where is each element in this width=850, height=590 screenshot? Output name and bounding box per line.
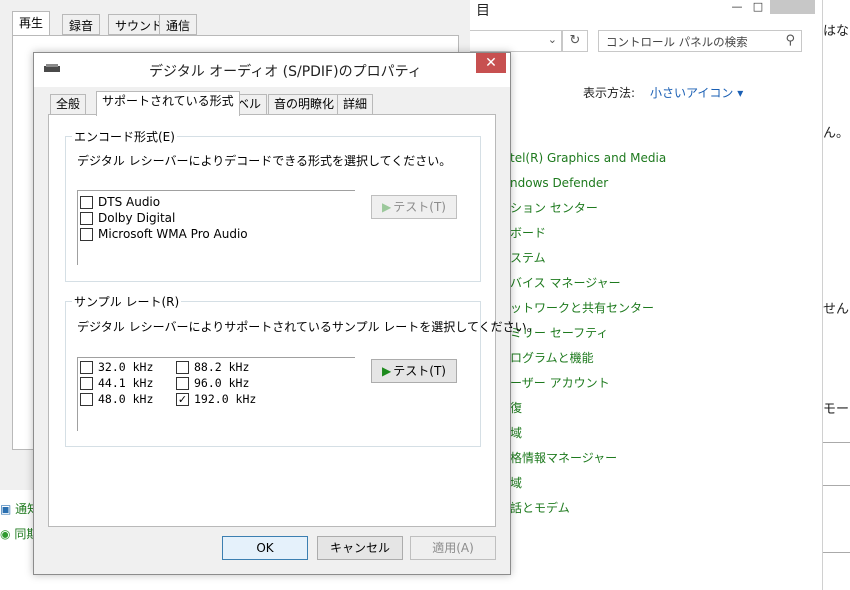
rate-label: 192.0 kHz [194,392,257,406]
sound-tab-recording[interactable]: 録音 [62,14,101,35]
rate-label: 96.0 kHz [194,376,250,390]
checkbox-box[interactable] [176,360,189,374]
tab-panel: エンコード形式(E) デジタル レシーバーによりデコードできる形式を選択してくだ… [48,114,539,527]
encode-formats-legend: エンコード形式(E) [72,128,177,145]
play-icon: ▶ [382,200,392,214]
format-label: Microsoft WMA Pro Audio [98,227,248,241]
tab-supported-formats[interactable]: サポートされている形式 [96,91,240,116]
sample-test-button[interactable]: ▶ テスト(T) [371,359,457,383]
checkbox-box[interactable] [80,376,93,390]
control-panel-item-link[interactable]: バイス マネージャー [510,275,666,300]
sample-rate-legend: サンプル レート(R) [72,293,182,310]
strip-text-4: モード [823,402,850,417]
encode-description: デジタル レシーバーによりデコードできる形式を選択してください。 [77,154,452,168]
spdif-properties-dialog: デジタル オーディオ (S/PDIF)のプロパティ ✕ 全般 サポートされている… [33,52,539,575]
view-by-dropdown[interactable]: 小さいアイコン ▾ [650,84,743,101]
sync-icon: ◉ [0,527,11,541]
search-input[interactable]: コントロール パネルの検索 ⚲ [598,30,802,52]
checkbox-box[interactable] [176,376,189,390]
apply-button[interactable]: 適用(A) [410,536,496,560]
sound-tab-communications[interactable]: 通信 [159,14,198,35]
checkbox-box[interactable] [80,195,93,209]
chevron-down-icon: ⌄ [547,33,557,46]
control-panel-item-link[interactable]: ボード [510,225,666,250]
format-label: Dolby Digital [98,211,176,225]
view-by-label: 表示方法: [583,86,636,100]
control-panel-item-link[interactable]: 復 [510,400,666,425]
format-label: DTS Audio [98,195,161,209]
control-panel-item-link[interactable]: tel(R) Graphics and Media [510,150,666,175]
address-bar[interactable]: ⌄ [470,30,562,52]
search-icon: ⚲ [785,33,795,48]
encode-list-border [77,190,78,265]
maximize-button[interactable]: □ [748,0,768,14]
tab-enhancements[interactable]: 音の明瞭化 [268,94,341,115]
checkmark-icon[interactable]: ✓ [176,392,189,406]
format-checkbox-wma-pro[interactable]: Microsoft WMA Pro Audio [80,227,248,241]
checkbox-box[interactable] [80,211,93,225]
checkbox-box[interactable] [80,392,93,406]
minimize-button[interactable]: — [727,0,747,14]
rate-checkbox-192[interactable]: ✓ 192.0 kHz [176,392,256,406]
sample-list-border [77,357,355,358]
speaker-device-icon [44,64,60,72]
tab-advanced[interactable]: 詳細 [337,94,374,115]
rate-checkbox-96[interactable]: 96.0 kHz [176,376,249,390]
control-panel-item-link[interactable]: 域 [510,475,666,500]
search-placeholder: コントロール パネルの検索 [606,35,748,49]
checkbox-box[interactable] [80,360,93,374]
rate-label: 44.1 kHz [98,376,154,390]
control-panel-item-link[interactable]: ステム [510,250,666,275]
checkbox-box[interactable] [80,227,93,241]
format-checkbox-dts[interactable]: DTS Audio [80,195,160,209]
control-panel-item-link[interactable]: ション センター [510,200,666,225]
control-panel-item-link[interactable]: ndows Defender [510,175,666,200]
test-label: テスト(T) [393,200,446,214]
monitor-icon: ▣ [0,502,12,516]
control-panel-items: tel(R) Graphics and Media ndows Defender シ… [510,150,666,525]
close-button[interactable]: ✕ [476,53,506,73]
control-panel-item-link[interactable]: 域 [510,425,666,450]
rate-checkbox-48[interactable]: 48.0 kHz [80,392,153,406]
control-panel-item-link[interactable]: 格情報マネージャー [510,450,666,475]
encode-test-button[interactable]: ▶ テスト(T) [371,195,457,219]
format-checkbox-dolby[interactable]: Dolby Digital [80,211,175,225]
strip-text-1: はない [823,24,850,39]
background-window-strip [822,0,850,590]
window-close-button[interactable] [770,0,815,14]
close-icon: ✕ [485,55,497,71]
rate-checkbox-44[interactable]: 44.1 kHz [80,376,153,390]
sample-list-border [77,357,78,431]
refresh-button[interactable]: ↻ [562,30,588,52]
strip-divider [823,552,850,553]
tab-general[interactable]: 全般 [50,94,87,115]
cancel-button[interactable]: キャンセル [317,536,403,560]
strip-divider [823,485,850,486]
dialog-title: デジタル オーディオ (S/PDIF)のプロパティ [149,64,422,80]
control-panel-item-link[interactable]: ーザー アカウント [510,375,666,400]
refresh-icon: ↻ [569,33,581,48]
rate-label: 48.0 kHz [98,392,154,406]
sound-tab-playback[interactable]: 再生 [12,11,51,36]
play-icon: ▶ [382,364,392,378]
rate-checkbox-88[interactable]: 88.2 kHz [176,360,249,374]
rate-checkbox-32[interactable]: 32.0 kHz [80,360,153,374]
test-label: テスト(T) [393,364,446,378]
control-panel-title: 目 [476,3,490,19]
rate-label: 88.2 kHz [194,360,250,374]
strip-divider [823,442,850,443]
ok-button[interactable]: OK [222,536,308,560]
strip-text-2: ん。 [823,126,850,141]
dialog-titlebar: デジタル オーディオ (S/PDIF)のプロパティ ✕ [34,53,510,87]
rate-label: 32.0 kHz [98,360,154,374]
control-panel-item-link[interactable]: 話とモデム [510,500,666,525]
control-panel-item-link[interactable]: ログラムと機能 [510,350,666,375]
strip-text-3: せん [823,302,850,317]
encode-list-border [77,190,355,191]
sample-rate-description: デジタル レシーバーによりサポートされているサンプル レートを選択してください。 [77,320,539,334]
